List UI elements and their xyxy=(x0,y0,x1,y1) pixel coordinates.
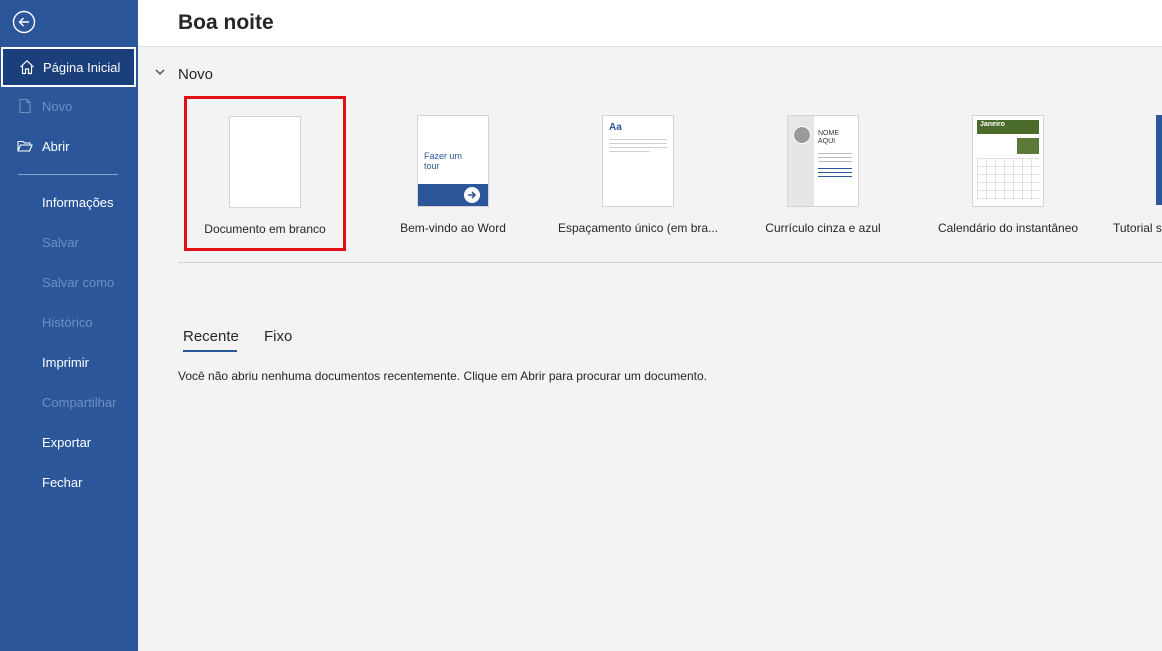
back-arrow-icon[interactable] xyxy=(12,10,36,34)
template-label: Tutorial s xyxy=(1113,221,1162,235)
template-thumbnail: Fazer um tour xyxy=(417,115,489,207)
page-title: Boa noite xyxy=(178,11,274,34)
calendar-photo xyxy=(1017,138,1039,154)
sidebar-divider xyxy=(18,174,118,175)
sidebar-item-label: Imprimir xyxy=(42,354,89,370)
header: Boa noite xyxy=(138,0,1162,47)
template-tutorial[interactable]: Tutorial s xyxy=(1100,98,1162,248)
template-label: Espaçamento único (em bra... xyxy=(558,221,719,235)
template-thumbnail: NOME AQUI xyxy=(787,115,859,207)
avatar xyxy=(793,126,811,144)
template-label: Documento em branco xyxy=(204,222,326,236)
arrow-right-icon xyxy=(464,187,480,203)
sidebar-item-label: Informações xyxy=(42,194,114,210)
sidebar-item-export[interactable]: Exportar xyxy=(0,422,138,462)
template-single-spaced[interactable]: Aa Espaçamento único (em bra... xyxy=(558,98,718,248)
sidebar-item-print[interactable]: Imprimir xyxy=(0,342,138,382)
aa-thumb-text: Aa xyxy=(609,122,622,133)
sidebar-item-share[interactable]: Compartilhar xyxy=(0,382,138,422)
recent-empty-message: Você não abriu nenhuma documentos recent… xyxy=(178,369,707,383)
text-lines xyxy=(609,136,667,155)
resume-lines xyxy=(818,150,852,180)
calendar-grid xyxy=(977,158,1039,200)
new-document-icon xyxy=(17,98,33,114)
template-welcome-to-word[interactable]: Fazer um tour Bem-vindo ao Word xyxy=(373,98,533,248)
template-thumbnail: Janeiro xyxy=(972,115,1044,207)
sidebar-item-label: Salvar como xyxy=(42,274,115,290)
sidebar-item-label: Exportar xyxy=(42,434,92,450)
sidebar-item-close[interactable]: Fechar xyxy=(0,462,138,502)
template-resume-gray-blue[interactable]: NOME AQUI Currículo cinza e azul xyxy=(743,98,903,248)
sidebar-item-label: Abrir xyxy=(42,138,70,154)
template-label: Calendário do instantâneo xyxy=(937,221,1079,235)
calendar-month: Janeiro xyxy=(980,121,1005,128)
active-tab-indicator xyxy=(183,350,237,352)
sidebar-item-label: Página Inicial xyxy=(43,59,121,75)
chevron-down-icon xyxy=(154,65,166,83)
sidebar-item-label: Fechar xyxy=(42,474,83,490)
sidebar-item-label: Novo xyxy=(42,98,73,114)
sidebar-item-info[interactable]: Informações xyxy=(0,182,138,222)
sidebar-item-save[interactable]: Salvar xyxy=(0,222,138,262)
sidebar-item-new[interactable]: Novo xyxy=(0,86,138,126)
sidebar-item-label: Histórico xyxy=(42,314,93,330)
new-section-toggle[interactable]: Novo xyxy=(154,64,213,84)
tour-thumb-text: Fazer um tour xyxy=(424,151,463,171)
sidebar-item-save-as[interactable]: Salvar como xyxy=(0,262,138,302)
template-label: Currículo cinza e azul xyxy=(765,221,881,235)
tab-recent[interactable]: Recente xyxy=(183,328,239,345)
template-thumbnail xyxy=(229,116,301,208)
resume-name: NOME AQUI xyxy=(818,130,839,145)
backstage-sidebar: Página Inicial Novo Abrir Informações Sa… xyxy=(0,0,138,651)
template-snapshot-calendar[interactable]: Janeiro Calendário do instantâneo xyxy=(928,98,1088,248)
sidebar-item-history[interactable]: Histórico xyxy=(0,302,138,342)
template-thumbnail: Aa xyxy=(602,115,674,207)
template-thumbnail xyxy=(1156,115,1162,205)
template-label: Bem-vindo ao Word xyxy=(400,221,506,235)
sidebar-item-open[interactable]: Abrir xyxy=(0,126,138,166)
sidebar-item-home[interactable]: Página Inicial xyxy=(1,47,136,87)
calendar-header: Janeiro xyxy=(977,120,1039,134)
tab-pinned[interactable]: Fixo xyxy=(264,328,292,345)
sidebar-item-label: Salvar xyxy=(42,234,79,250)
template-blank-document[interactable]: Documento em branco xyxy=(184,96,346,251)
section-divider xyxy=(178,262,1162,263)
section-title: Novo xyxy=(178,65,214,83)
open-folder-icon xyxy=(17,138,33,154)
sidebar-item-label: Compartilhar xyxy=(42,394,117,410)
home-icon xyxy=(19,59,35,75)
